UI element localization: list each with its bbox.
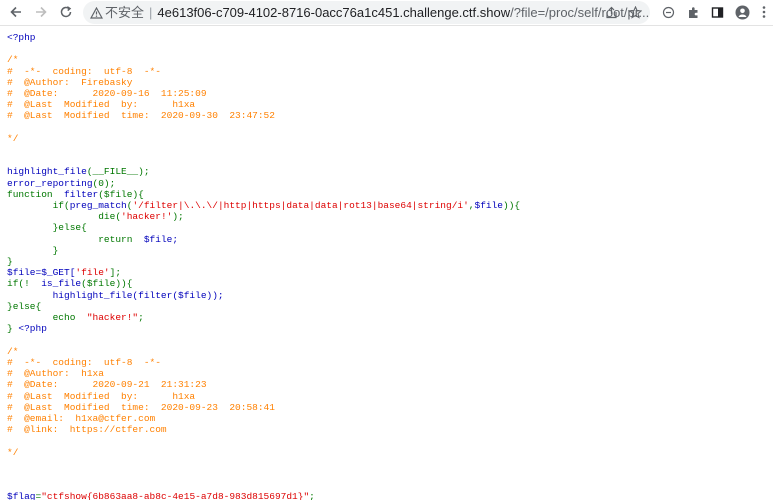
- php-reopen-tag: <?php: [18, 323, 47, 335]
- menu-dots-icon[interactable]: [754, 2, 773, 22]
- reload-icon[interactable]: [56, 2, 76, 22]
- inner-brace-close: }: [52, 244, 59, 256]
- highlight-filter-call: highlight_file(filter($file));: [52, 289, 224, 301]
- else-block: }else{: [52, 222, 87, 234]
- forward-icon[interactable]: [31, 2, 51, 22]
- get-key: 'file': [75, 267, 110, 279]
- header-comment: /* # -*- coding: utf-8 -*- # @Author: Fi…: [7, 54, 275, 144]
- flag-value: "ctfshow{6b863aa8-ab8c-4e15-a7d8-983d815…: [41, 491, 310, 500]
- die-message: 'hacker!': [121, 211, 173, 223]
- url-host: 4e613f06-c709-4102-8716-0acc76a1c451.cha…: [157, 5, 511, 20]
- return-value: $file;: [143, 233, 179, 245]
- echo-keyword: echo: [52, 312, 76, 324]
- flag-end: ;: [309, 491, 315, 500]
- file-const: (__FILE__);: [86, 166, 150, 178]
- regex-pattern: '/filter|\.\.\/|http|https|data|data|rot…: [132, 200, 469, 212]
- warning-icon[interactable]: [87, 3, 105, 22]
- return-keyword: return: [98, 233, 133, 245]
- error-reporting-args: (0);: [92, 177, 116, 189]
- die-end: );: [172, 211, 184, 223]
- share-icon[interactable]: [602, 3, 620, 22]
- browser-toolbar: 不安全 | 4e613f06-c709-4102-8716-0acc76a1c451…: [0, 0, 773, 26]
- profile-avatar-icon[interactable]: [732, 2, 752, 22]
- address-bar[interactable]: 不安全 | 4e613f06-c709-4102-8716-0acc76a1c451…: [83, 1, 650, 24]
- extensions-puzzle-icon[interactable]: [683, 2, 703, 22]
- php-open-tag: <?php: [7, 32, 36, 43]
- url-separator: |: [149, 5, 153, 20]
- side-panel-icon[interactable]: [707, 2, 727, 22]
- flag-variable: $flag: [7, 491, 36, 500]
- filter-function-name: filter: [64, 188, 99, 200]
- function-brace-close: }: [7, 256, 13, 268]
- filter-params: ($file){: [98, 188, 144, 200]
- page-content: <?php /* # -*- coding: utf-8 -*- # @Auth…: [0, 26, 773, 500]
- function-keyword: function: [7, 188, 53, 200]
- highlight-file-call: highlight_file: [7, 166, 87, 178]
- error-reporting-call: error_reporting: [7, 177, 93, 189]
- preg-match-call: preg_match: [69, 200, 127, 212]
- echo-message: "hacker!": [86, 312, 139, 324]
- else-line: }else{: [7, 300, 42, 312]
- second-comment: /* # -*- coding: utf-8 -*- # @Author: h1…: [7, 345, 275, 458]
- pause-circle-icon[interactable]: [658, 2, 678, 22]
- get-assignment: $file=$_GET[: [7, 267, 76, 279]
- die-call: die: [98, 211, 116, 223]
- if-close: )){: [503, 200, 521, 212]
- url-text[interactable]: 不安全 | 4e613f06-c709-4102-8716-0acc76a1c451…: [105, 1, 649, 24]
- file-variable: $file: [474, 200, 504, 212]
- is-file-args: ($file)){: [81, 278, 133, 290]
- php-source-code: <?php /* # -*- coding: utf-8 -*- # @Auth…: [7, 32, 520, 500]
- if-not: if(!: [7, 278, 30, 290]
- echo-end: ;: [138, 312, 144, 324]
- security-label: 不安全: [105, 5, 145, 20]
- if-keyword: if(: [52, 200, 70, 212]
- bookmark-star-icon[interactable]: [626, 3, 644, 22]
- is-file-call: is_file: [41, 278, 82, 290]
- final-brace-close: }: [7, 323, 13, 335]
- back-icon[interactable]: [6, 2, 26, 22]
- get-end: ];: [109, 267, 122, 279]
